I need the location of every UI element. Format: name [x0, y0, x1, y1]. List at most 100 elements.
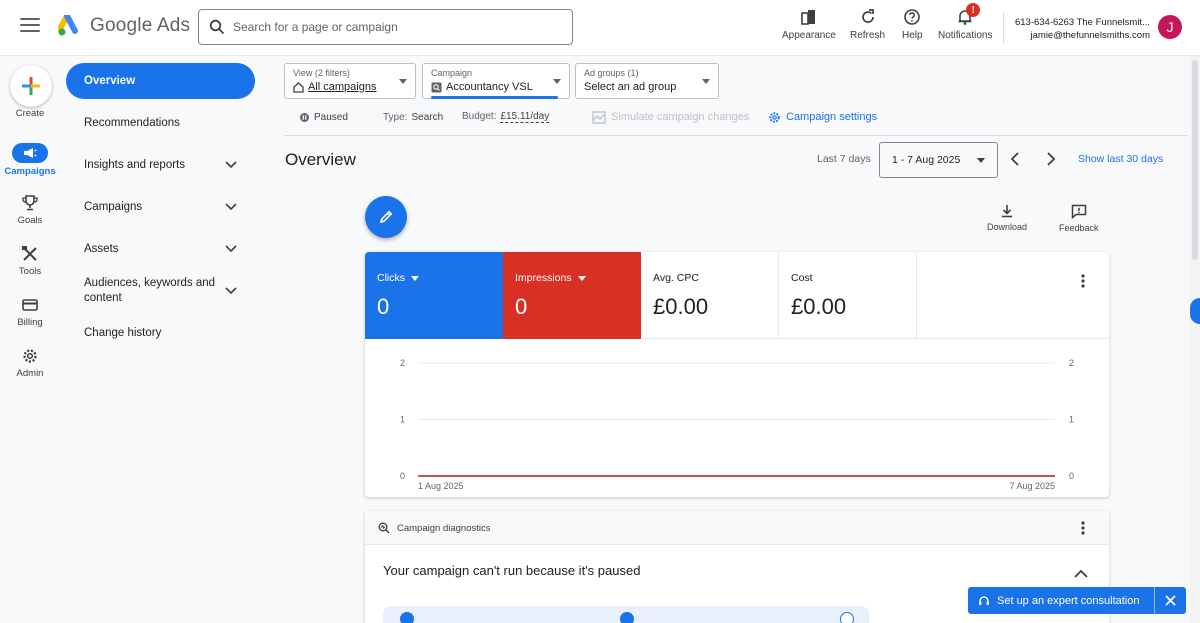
status-badge: Paused: [300, 112, 348, 123]
type-value: Search: [411, 111, 444, 123]
campaign-budget[interactable]: Budget: £15.11/day: [462, 111, 550, 123]
nav-item-change-history[interactable]: Change history: [66, 325, 255, 341]
simulate-label: Simulate campaign changes: [611, 111, 750, 123]
date-range-picker[interactable]: 1 - 7 Aug 2025: [879, 142, 998, 178]
rail-item-tools[interactable]: Tools: [0, 245, 60, 277]
metric-impressions[interactable]: Impressions 0: [503, 252, 641, 339]
ad-groups-label: Ad groups (1): [584, 68, 639, 78]
pause-icon: [300, 112, 309, 122]
metric-cpc-value: £0.00: [653, 294, 709, 319]
date-prev-button[interactable]: [1009, 152, 1021, 169]
megaphone-icon: [24, 148, 37, 158]
view-filter-value: All campaigns: [308, 81, 377, 93]
rail-item-campaigns[interactable]: Campaigns: [0, 143, 60, 177]
expert-consultation-button[interactable]: Set up an expert consultation: [968, 587, 1154, 614]
card-more-button[interactable]: [1081, 274, 1085, 291]
campaign-settings-link[interactable]: Campaign settings: [768, 111, 877, 124]
consult-close-button[interactable]: [1155, 587, 1186, 614]
nav-item-campaigns[interactable]: Campaigns: [66, 199, 255, 215]
ad-groups-dropdown[interactable]: Ad groups (1) Select an ad group: [575, 63, 719, 99]
nav-panel: Overview Recommendations Insights and re…: [60, 56, 268, 623]
nav-item-recommendations[interactable]: Recommendations: [66, 115, 255, 131]
ad-groups-value-row: Select an ad group: [584, 81, 710, 93]
caret-down-icon[interactable]: [411, 275, 419, 281]
chevron-left-icon: [1010, 152, 1019, 166]
trophy-icon: [22, 195, 38, 211]
simulate-campaign-button[interactable]: Simulate campaign changes: [592, 110, 750, 124]
create-button[interactable]: [10, 65, 52, 107]
nav-item-insights[interactable]: Insights and reports: [66, 157, 255, 173]
avatar[interactable]: J: [1158, 15, 1182, 39]
date-caret-icon: [977, 158, 985, 163]
show-last-30-days-link[interactable]: Show last 30 days: [1078, 153, 1163, 165]
home-icon: [293, 81, 304, 93]
diagnostics-title: Campaign diagnostics: [397, 522, 491, 534]
account-info[interactable]: 613-634-6263 The Funnelsmit... jamie@the…: [1008, 16, 1150, 42]
status-paused: Paused: [314, 111, 348, 123]
nav-insights-label: Insights and reports: [84, 159, 186, 171]
dropdown-caret-icon: [553, 79, 561, 84]
date-range-value: 1 - 7 Aug 2025: [892, 154, 961, 166]
menu-icon[interactable]: [20, 18, 40, 36]
search-input[interactable]: Search for a page or campaign: [198, 9, 573, 45]
metric-cost-label: Cost: [791, 272, 813, 284]
diagnostics-more-button[interactable]: [1081, 521, 1085, 538]
rail-item-billing[interactable]: Billing: [0, 296, 60, 328]
campaign-dropdown-underline: [431, 96, 558, 99]
rail-goals-label: Goals: [17, 215, 43, 226]
y-tick-label-right: 2: [1069, 358, 1074, 368]
date-next-button[interactable]: [1045, 152, 1057, 169]
app-name: Google Ads: [90, 15, 191, 36]
budget-value: £15.11/day: [500, 111, 550, 123]
google-ads-logo[interactable]: Google Ads: [58, 15, 190, 37]
help-label: Help: [902, 30, 923, 41]
download-icon: [1002, 205, 1013, 218]
metric-avg-cpc[interactable]: Avg. CPC £0.00: [641, 252, 779, 339]
diagnostics-collapse-button[interactable]: [1074, 566, 1088, 581]
check-circle-icon: [400, 612, 414, 623]
metric-cost[interactable]: Cost £0.00: [779, 252, 917, 339]
metric-clicks[interactable]: Clicks 0: [365, 252, 503, 339]
metric-cost-value: £0.00: [791, 294, 847, 319]
nav-campaigns-label: Campaigns: [84, 201, 143, 213]
tools-icon: [22, 246, 37, 261]
page-scrollbar[interactable]: [1190, 56, 1200, 623]
budget-label: Budget:: [462, 111, 497, 122]
y-tick-label-right: 1: [1069, 415, 1074, 425]
rail-item-goals[interactable]: Goals: [0, 194, 60, 226]
y-tick-label-left: 0: [400, 471, 405, 481]
rail-create-label-wrap: Create: [0, 108, 60, 119]
nav-item-overview[interactable]: Overview: [66, 63, 255, 99]
search-campaign-icon: [431, 82, 442, 92]
scrollbar-thumb[interactable]: [1192, 60, 1198, 260]
download-button[interactable]: Download: [987, 204, 1027, 232]
nav-audiences-label-2: content: [84, 292, 122, 304]
campaign-dropdown[interactable]: Campaign Accountancy VSL: [422, 63, 570, 99]
y-tick-label-left: 1: [400, 415, 405, 425]
rail-tools-label: Tools: [18, 266, 42, 277]
metric-empty-slot[interactable]: [917, 252, 1109, 339]
performance-chart: 0 0 1 1 2 2 1 Aug 2025 7 Aug 2025: [400, 358, 1074, 491]
side-assistant-tab[interactable]: [1190, 298, 1200, 324]
metric-clicks-label: Clicks: [377, 272, 405, 284]
appearance-button[interactable]: Appearance: [782, 8, 836, 41]
rail-item-admin[interactable]: Admin: [0, 347, 60, 379]
y-tick-label-right: 0: [1069, 471, 1074, 481]
caret-down-icon[interactable]: [577, 275, 586, 281]
feedback-button[interactable]: Feedback: [1059, 204, 1099, 233]
chevron-down-icon: [225, 287, 237, 295]
refresh-button[interactable]: Refresh: [850, 8, 885, 41]
notifications-button[interactable]: ! Notifications: [938, 3, 992, 41]
chevron-up-icon: [1074, 569, 1088, 578]
view-filter-dropdown[interactable]: View (2 filters) All campaigns: [284, 63, 416, 99]
metric-impressions-label: Impressions: [515, 272, 572, 284]
campaign-dropdown-label: Campaign: [431, 68, 473, 78]
metric-clicks-value: 0: [377, 294, 390, 319]
edit-button[interactable]: [365, 196, 407, 238]
nav-item-assets[interactable]: Assets: [66, 241, 255, 257]
rail-create-label: Create: [15, 108, 45, 119]
help-button[interactable]: Help: [902, 8, 923, 41]
nav-overview-label: Overview: [84, 75, 136, 87]
close-icon: [1165, 595, 1176, 606]
nav-item-audiences[interactable]: Audiences, keywords and content: [66, 276, 255, 306]
